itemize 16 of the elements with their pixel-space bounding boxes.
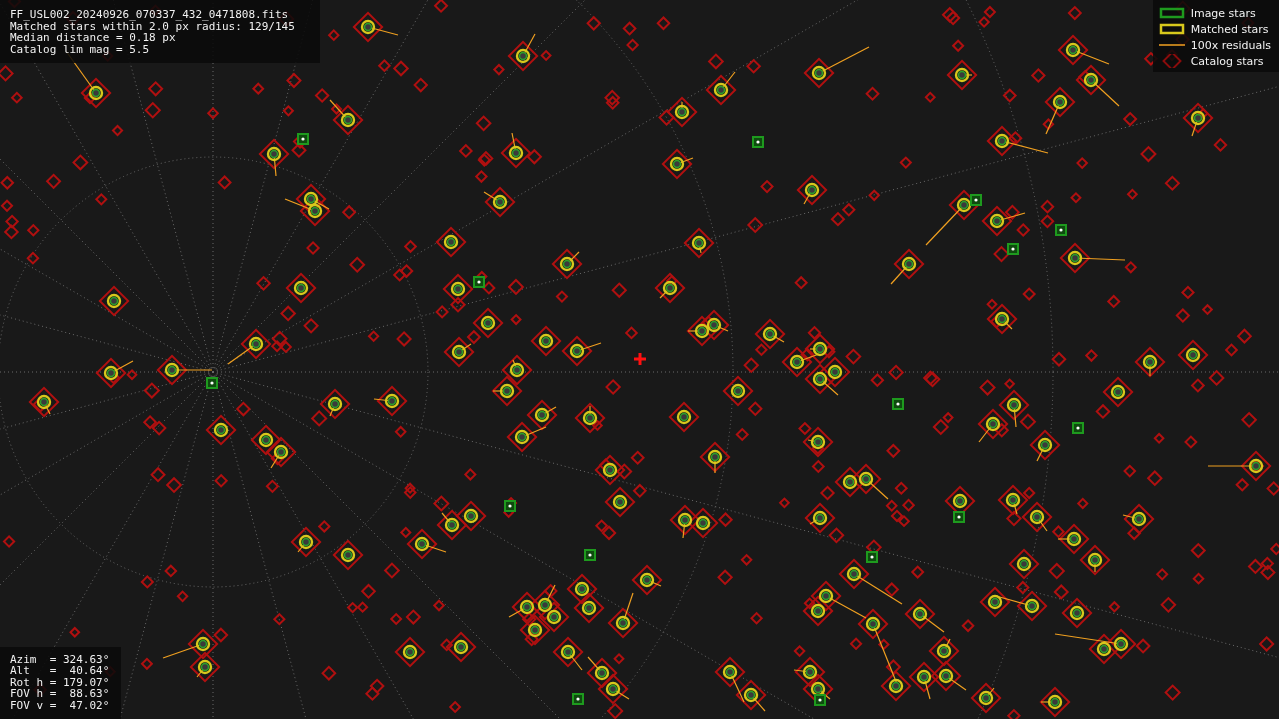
matched-star-swatch-icon [1158, 22, 1185, 36]
legend-label: Image stars [1190, 6, 1256, 20]
info-text: Median distance = 0.18 px [10, 32, 176, 44]
pointing-text: Rot h = 179.07° [10, 676, 110, 688]
info-text: Matched stars within 2.0 px radius: 129/145 [10, 20, 296, 32]
pointing-text: Azim = 324.63° [10, 653, 110, 665]
pointing-text: Alt = 40.64° [10, 665, 110, 677]
legend-label: 100x residuals [1190, 38, 1271, 52]
residual-line-icon [1158, 43, 1185, 47]
pointing-text: FOV v = 47.02° [10, 699, 110, 711]
legend-label: Catalog stars [1190, 54, 1264, 68]
info-text: Catalog lim mag = 5.5 [10, 43, 151, 55]
legend-label: Matched stars [1190, 22, 1269, 36]
info-text: FF_USL002_20240926_070337_432_0471808.fits [10, 9, 290, 21]
image-star-swatch-icon [1158, 6, 1185, 20]
pointing-text: FOV h = 88.63° [10, 688, 110, 700]
